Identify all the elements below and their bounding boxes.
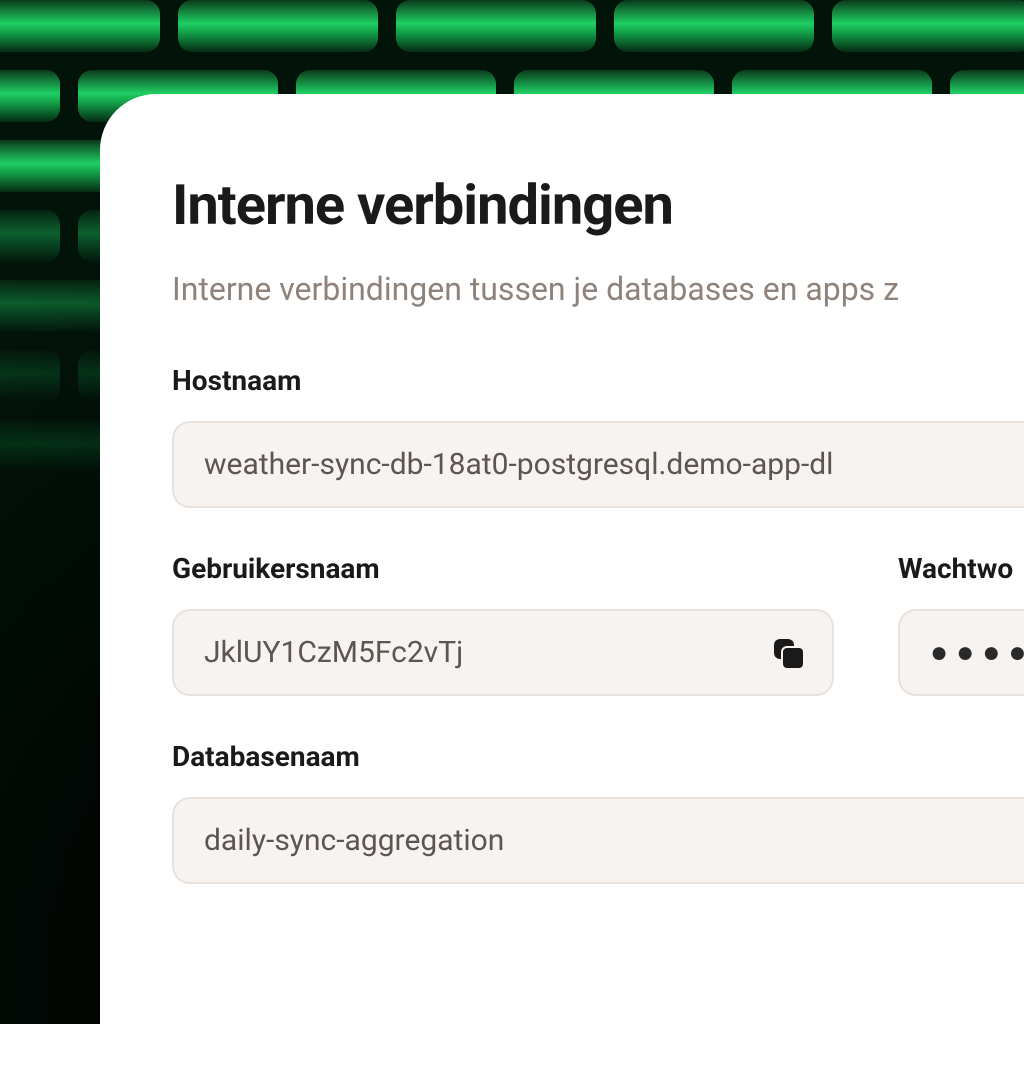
hostname-value-box[interactable]: weather-sync-db-18at0-postgresql.demo-ap… xyxy=(172,421,1024,508)
database-value: daily-sync-aggregation xyxy=(204,823,1024,858)
database-label: Databasenaam xyxy=(172,740,1024,773)
username-value-box[interactable]: JklUY1CzM5Fc2vTj xyxy=(172,609,834,696)
username-value: JklUY1CzM5Fc2vTj xyxy=(204,635,758,670)
copy-icon[interactable] xyxy=(774,639,802,667)
password-label: Wachtwo xyxy=(898,552,1024,585)
hostname-value: weather-sync-db-18at0-postgresql.demo-ap… xyxy=(204,447,1024,482)
username-label: Gebruikersnaam xyxy=(172,552,834,585)
database-field-group: Databasenaam daily-sync-aggregation xyxy=(172,740,1024,884)
database-value-box[interactable]: daily-sync-aggregation xyxy=(172,797,1024,884)
password-value: ●●●●●● xyxy=(930,635,1024,670)
password-field-group: Wachtwo ●●●●●● xyxy=(898,552,1024,696)
page-title: Interne verbindingen xyxy=(172,172,1024,238)
hostname-field-group: Hostnaam weather-sync-db-18at0-postgresq… xyxy=(172,364,1024,508)
username-field-group: Gebruikersnaam JklUY1CzM5Fc2vTj xyxy=(172,552,834,696)
hostname-label: Hostnaam xyxy=(172,364,1024,397)
connections-panel: Interne verbindingen Interne verbindinge… xyxy=(100,94,1024,1084)
password-value-box[interactable]: ●●●●●● xyxy=(898,609,1024,696)
page-subtitle: Interne verbindingen tussen je databases… xyxy=(172,270,1024,308)
